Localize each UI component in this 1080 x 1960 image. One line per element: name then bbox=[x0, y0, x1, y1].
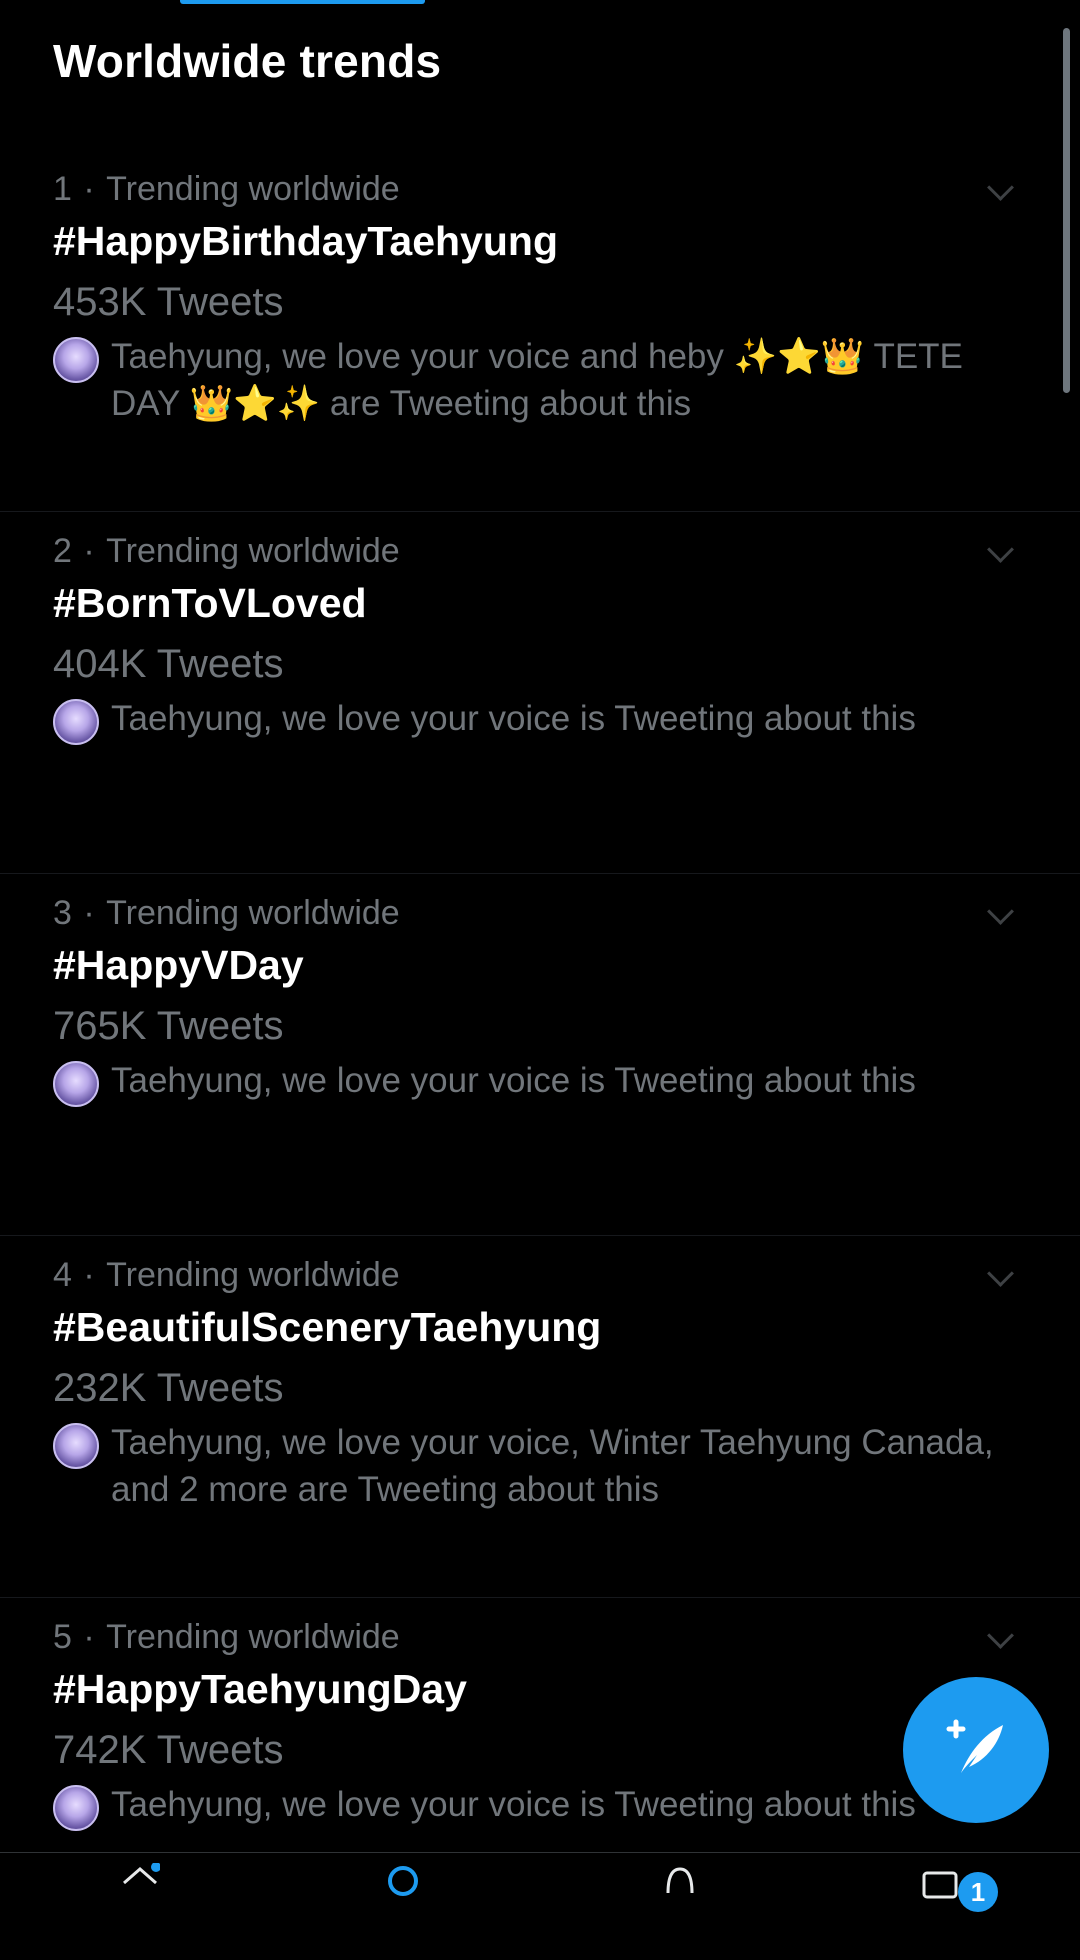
bottom-nav bbox=[0, 1852, 1080, 1901]
tweet-count: 765K Tweets bbox=[53, 1004, 284, 1048]
tweet-count: 742K Tweets bbox=[53, 1728, 284, 1772]
trend-item[interactable]: 3 · Trending worldwide #HappyVDay 765K T… bbox=[0, 874, 1080, 1236]
trend-item[interactable]: 2 · Trending worldwide #BornToVLoved 404… bbox=[0, 512, 1080, 874]
chevron-down-icon[interactable] bbox=[987, 1260, 1014, 1287]
avatar bbox=[53, 337, 99, 383]
avatar bbox=[53, 1785, 99, 1831]
context-text: Taehyung, we love your voice, Winter Tae… bbox=[111, 1423, 994, 1509]
compose-tweet-icon bbox=[946, 1719, 1003, 1773]
trend-name: #HappyTaehyungDay bbox=[53, 1666, 467, 1712]
trend-item[interactable]: 4 · Trending worldwide #BeautifulScenery… bbox=[0, 1236, 1080, 1598]
chevron-down-icon[interactable] bbox=[987, 1622, 1014, 1649]
tweet-count: 453K Tweets bbox=[53, 280, 284, 324]
trend-category: Trending worldwide bbox=[106, 894, 400, 932]
avatar bbox=[53, 1423, 99, 1469]
trend-meta: 3 · Trending worldwide bbox=[53, 894, 400, 932]
notifications-icon[interactable] bbox=[660, 1863, 700, 1903]
compose-tweet-button[interactable] bbox=[903, 1677, 1049, 1823]
trend-category: Trending worldwide bbox=[106, 532, 400, 570]
avatar bbox=[53, 699, 99, 745]
page-title: Worldwide trends bbox=[53, 35, 442, 87]
trend-rank: 2 bbox=[53, 532, 72, 570]
context-text: Taehyung, we love your voice is Tweeting… bbox=[111, 1061, 916, 1100]
tweet-count: 404K Tweets bbox=[53, 642, 284, 686]
trend-rank: 1 bbox=[53, 170, 72, 208]
trend-meta: 2 · Trending worldwide bbox=[53, 532, 400, 570]
trend-rank: 3 bbox=[53, 894, 72, 932]
trend-meta: 5 · Trending worldwide bbox=[53, 1618, 400, 1656]
context-text: Taehyung, we love your voice is Tweeting… bbox=[111, 1785, 916, 1824]
trend-rank: 4 bbox=[53, 1256, 72, 1294]
messages-icon[interactable] bbox=[920, 1863, 960, 1903]
trend-rank: 5 bbox=[53, 1618, 72, 1656]
trend-category: Trending worldwide bbox=[106, 1618, 400, 1656]
chevron-down-icon[interactable] bbox=[987, 536, 1014, 563]
trend-name: #HappyVDay bbox=[53, 942, 304, 988]
chevron-down-icon[interactable] bbox=[987, 898, 1014, 925]
trend-category: Trending worldwide bbox=[106, 170, 400, 208]
trend-name: #BeautifulSceneryTaehyung bbox=[53, 1304, 602, 1350]
home-icon[interactable] bbox=[120, 1863, 160, 1903]
chevron-down-icon[interactable] bbox=[987, 174, 1014, 201]
context-text: Taehyung, we love your voice is Tweeting… bbox=[111, 699, 916, 738]
top-tab-indicator bbox=[180, 0, 425, 4]
trend-category: Trending worldwide bbox=[106, 1256, 400, 1294]
messages-badge: 1 bbox=[958, 1872, 998, 1912]
trend-name: #BornToVLoved bbox=[53, 580, 367, 626]
search-icon[interactable] bbox=[385, 1863, 425, 1903]
trend-item[interactable]: 1 · Trending worldwide #HappyBirthdayTae… bbox=[0, 150, 1080, 512]
context-text: Taehyung, we love your voice and heby ✨⭐… bbox=[111, 337, 963, 423]
tweet-count: 232K Tweets bbox=[53, 1366, 284, 1410]
trend-name: #HappyBirthdayTaehyung bbox=[53, 218, 558, 264]
trend-meta: 1 · Trending worldwide bbox=[53, 170, 400, 208]
trend-meta: 4 · Trending worldwide bbox=[53, 1256, 400, 1294]
avatar bbox=[53, 1061, 99, 1107]
